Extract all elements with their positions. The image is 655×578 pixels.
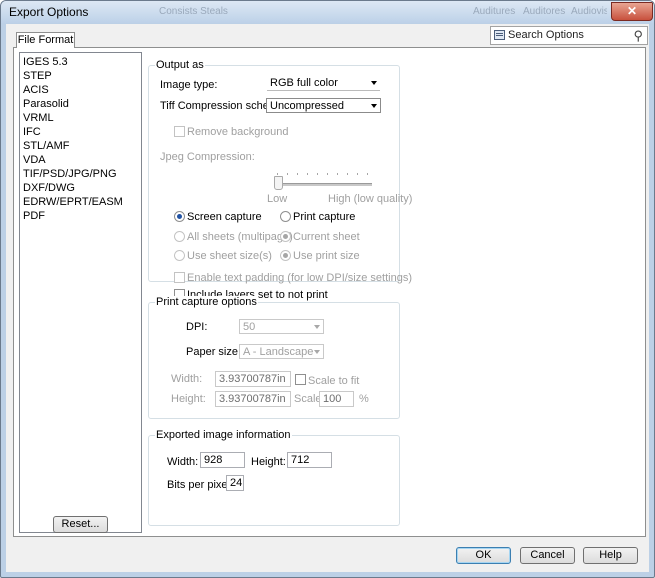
- image-type-label: Image type:: [160, 79, 218, 91]
- bits-per-pixel-label: Bits per pixel:: [167, 479, 234, 491]
- scale-to-fit-checkbox[interactable]: [295, 374, 306, 385]
- bits-per-pixel-field: 24: [226, 475, 244, 491]
- cancel-button[interactable]: Cancel: [520, 547, 575, 564]
- chevron-down-icon: [314, 350, 320, 354]
- print-height-value: 3.93700787in: [219, 393, 286, 405]
- output-as-legend: Output as: [155, 59, 205, 71]
- use-sheet-size-radio[interactable]: [174, 250, 185, 261]
- remove-background-label: Remove background: [187, 126, 289, 138]
- enable-text-padding-label: Enable text padding (for low DPI/size se…: [187, 272, 413, 284]
- jpeg-slider-thumb[interactable]: [274, 176, 283, 190]
- print-capture-label: Print capture: [293, 211, 356, 223]
- all-sheets-label: All sheets (multipage): [187, 231, 293, 243]
- close-icon: ✕: [626, 4, 638, 18]
- list-item[interactable]: IFC: [23, 126, 41, 139]
- list-item[interactable]: STL/AMF: [23, 140, 69, 153]
- export-options-window: Export Options Consists Steals Auditures…: [0, 0, 655, 578]
- scale-field[interactable]: 100: [319, 391, 354, 407]
- background-window-title: Consists Steals: [159, 6, 228, 17]
- print-capture-legend: Print capture options: [155, 296, 258, 308]
- screen-capture-label: Screen capture: [187, 211, 262, 223]
- enable-text-padding-checkbox[interactable]: [174, 272, 185, 283]
- paper-size-value: A - Landscape: [243, 346, 314, 358]
- window-title: Export Options: [9, 5, 89, 19]
- print-width-field[interactable]: 3.93700787in: [215, 371, 291, 387]
- file-format-panel: IGES 5.3 STEP ACIS Parasolid VRML IFC ST…: [13, 47, 646, 537]
- list-item[interactable]: EDRW/EPRT/EASM: [23, 196, 123, 209]
- background-window-title: Auditores: [523, 6, 566, 17]
- search-placeholder: Search Options: [508, 29, 584, 41]
- list-item[interactable]: IGES 5.3: [23, 56, 68, 69]
- tiff-compression-dropdown[interactable]: Uncompressed: [266, 98, 381, 113]
- exported-height-value: 712: [291, 454, 310, 466]
- dpi-value: 50: [243, 321, 256, 333]
- use-print-size-label: Use print size: [293, 250, 360, 262]
- image-type-value: RGB full color: [270, 77, 338, 89]
- list-item[interactable]: TIF/PSD/JPG/PNG: [23, 168, 117, 181]
- exported-height-label: Height:: [251, 456, 286, 468]
- scale-unit-label: %: [359, 393, 369, 405]
- chevron-down-icon: [371, 104, 377, 108]
- exported-width-value: 928: [204, 454, 223, 466]
- print-height-field[interactable]: 3.93700787in: [215, 391, 291, 407]
- use-print-size-radio[interactable]: [280, 250, 291, 261]
- screen-capture-radio[interactable]: [174, 211, 185, 222]
- current-sheet-label: Current sheet: [293, 231, 360, 243]
- all-sheets-radio[interactable]: [174, 231, 185, 242]
- jpeg-low-label: Low: [267, 193, 288, 205]
- reset-button[interactable]: Reset...: [53, 516, 108, 533]
- tab-label: File Format: [17, 34, 74, 46]
- list-item[interactable]: VDA: [23, 154, 46, 167]
- current-sheet-radio[interactable]: [280, 231, 291, 242]
- list-item[interactable]: STEP: [23, 70, 52, 83]
- exported-width-label: Width:: [167, 456, 199, 468]
- jpeg-compression-label: Jpeg Compression:: [160, 151, 255, 163]
- image-type-dropdown[interactable]: RGB full color: [267, 76, 380, 91]
- list-item[interactable]: PDF: [23, 210, 45, 223]
- print-width-value: 3.93700787in: [219, 373, 286, 385]
- background-window-title: Audiovisuals: [571, 6, 607, 17]
- list-item[interactable]: VRML: [23, 112, 54, 125]
- print-height-label: Height:: [171, 393, 206, 405]
- title-bar[interactable]: Export Options Consists Steals Auditures…: [1, 1, 654, 23]
- format-list[interactable]: IGES 5.3 STEP ACIS Parasolid VRML IFC ST…: [19, 52, 142, 533]
- list-item[interactable]: DXF/DWG: [23, 182, 75, 195]
- scale-to-fit-label: Scale to fit: [308, 375, 360, 387]
- bits-per-pixel-value: 24: [230, 477, 243, 489]
- remove-background-checkbox[interactable]: [174, 126, 185, 137]
- use-sheet-size-label: Use sheet size(s): [187, 250, 272, 262]
- scale-value: 100: [323, 393, 342, 405]
- jpeg-slider-ticks: [277, 173, 373, 176]
- search-icon[interactable]: ⚲: [633, 28, 643, 44]
- paper-size-label: Paper size:: [186, 346, 242, 358]
- jpeg-high-label: High (low quality): [328, 193, 413, 205]
- options-list-icon: [494, 30, 505, 40]
- jpeg-compression-slider[interactable]: [277, 183, 372, 186]
- tiff-compression-value: Uncompressed: [270, 100, 344, 112]
- exported-height-field: 712: [287, 452, 332, 468]
- print-capture-radio[interactable]: [280, 211, 291, 222]
- dpi-label: DPI:: [186, 321, 208, 333]
- dpi-dropdown[interactable]: 50: [239, 319, 324, 334]
- ok-button[interactable]: OK: [456, 547, 511, 564]
- exported-info-legend: Exported image information: [155, 429, 292, 441]
- dialog-body: File Format Search Options ⚲ IGES 5.3 ST…: [6, 24, 649, 572]
- list-item[interactable]: ACIS: [23, 84, 49, 97]
- paper-size-dropdown[interactable]: A - Landscape: [239, 344, 324, 359]
- close-button[interactable]: ✕: [611, 2, 653, 21]
- print-width-label: Width:: [171, 373, 203, 385]
- chevron-down-icon: [371, 81, 377, 85]
- tab-file-format[interactable]: File Format: [16, 32, 75, 48]
- search-options-box[interactable]: Search Options ⚲: [490, 26, 648, 45]
- background-window-title: Auditures: [473, 6, 516, 17]
- list-item[interactable]: Parasolid: [23, 98, 69, 111]
- help-button[interactable]: Help: [583, 547, 638, 564]
- exported-width-field: 928: [200, 452, 245, 468]
- chevron-down-icon: [314, 325, 320, 329]
